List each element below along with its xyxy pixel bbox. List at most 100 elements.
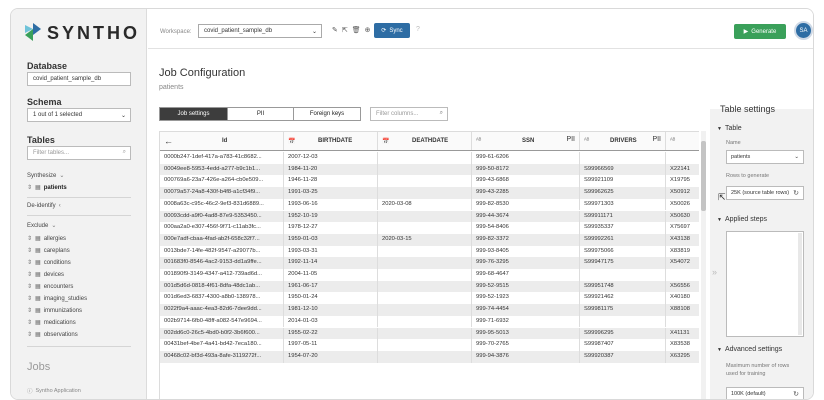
column-header-drivers[interactable]: ᴬᴮ DRIVERS PII xyxy=(580,132,666,150)
table-row[interactable]: 00049ee8-5953-4edd-a277-b9c1b1... 1984-11… xyxy=(160,163,699,176)
drag-handle-icon[interactable]: ⇕ xyxy=(27,295,32,302)
drag-handle-icon[interactable]: ⇕ xyxy=(27,184,32,191)
reset-icon[interactable]: ↻ xyxy=(793,189,799,197)
table-row[interactable]: 001d5d6d-0818-4f61-8dfa-48dc1ab... 1961-0… xyxy=(160,280,699,293)
column-header-id[interactable]: ← Id xyxy=(160,132,284,150)
table-row[interactable]: 0000b247-1def-417a-a783-41c8682... 2007-1… xyxy=(160,152,699,164)
arrow-left-icon[interactable]: ← xyxy=(164,136,173,146)
sidebar-item-encounters[interactable]: ⇕ ▦ encounters xyxy=(27,283,73,291)
drag-handle-icon[interactable]: ⇕ xyxy=(27,319,32,326)
generate-button[interactable]: ▶ Generate xyxy=(734,24,786,39)
table-row[interactable]: 00431bef-4be7-4a41-bd42-7eca180... 1997-0… xyxy=(160,339,699,351)
column-header-ssn[interactable]: ᴬᴮ SSN PII xyxy=(472,132,580,150)
column-header-more[interactable]: ᴬᴮ xyxy=(666,132,699,150)
applied-steps-toggle[interactable]: ▼ Applied steps xyxy=(717,216,767,223)
cell-deathdate xyxy=(378,210,472,223)
drag-handle-icon[interactable]: ⇕ xyxy=(27,283,32,290)
column-header-birthdate[interactable]: 📅 BIRTHDATE xyxy=(284,132,378,150)
drag-handle-icon[interactable]: ⇕ xyxy=(27,259,32,266)
export-icon[interactable]: ⇱ xyxy=(342,26,348,34)
workspace-select[interactable]: covid_patient_sample_db ⌄ xyxy=(198,24,322,38)
drag-handle-icon[interactable]: ⇕ xyxy=(27,271,32,278)
sidebar-item-label: allergies xyxy=(43,235,67,242)
sidebar-item-allergies[interactable]: ⇕ ▦ allergies xyxy=(27,235,67,243)
help-icon[interactable]: ? xyxy=(416,26,420,33)
exclude-label: Exclude xyxy=(27,222,49,229)
jobs-heading[interactable]: Jobs xyxy=(27,361,50,373)
cell-drivers: S99935337 xyxy=(580,222,666,234)
sidebar-item-medications[interactable]: ⇕ ▦ medications xyxy=(27,319,76,327)
cell-id: 000769a6-23a7-426e-a264-cb0e509... xyxy=(160,175,284,188)
drag-handle-icon[interactable]: ⇕ xyxy=(27,235,32,242)
sidebar-item-careplans[interactable]: ⇕ ▦ careplans xyxy=(27,247,70,255)
brand-logo[interactable]: SYNTHO xyxy=(25,21,140,45)
edit-icon[interactable]: ✎ xyxy=(332,26,338,34)
tables-filter-input[interactable]: Filter tables... ⌕ xyxy=(27,146,131,160)
add-icon[interactable]: ⊕ xyxy=(365,26,371,34)
sidebar-item-label: devices xyxy=(43,271,65,278)
table-row[interactable]: 0013bde7-14fe-482f-9547-a29077b... 1993-0… xyxy=(160,245,699,258)
deidentify-group-toggle[interactable]: De-identify ‹ xyxy=(27,203,61,209)
table-row[interactable]: 001d6ed3-6837-4300-a8b0-138978... 1950-01… xyxy=(160,292,699,305)
cell-passport: X83538 xyxy=(666,339,699,351)
schema-select[interactable]: 1 out of 1 selected ⌄ xyxy=(27,108,131,122)
cell-birthdate: 1993-03-31 xyxy=(284,245,378,258)
table-row[interactable]: 002b9714-6fb0-48ff-a082-547e9694... 2014-… xyxy=(160,315,699,328)
sync-button[interactable]: ⟳ Sync xyxy=(374,23,410,38)
table-row[interactable]: 000e7adf-cbaa-4fad-ab2f-658c32f7... 1959-… xyxy=(160,233,699,246)
table-row[interactable]: 00093cdd-a9f0-4ad8-87e9-5353450... 1952-1… xyxy=(160,210,699,223)
table-row[interactable]: 0008a63c-c95c-46c2-9ef3-831d6889... 1993-… xyxy=(160,198,699,211)
workspace-value: covid_patient_sample_db xyxy=(204,28,273,34)
table-row[interactable]: 001890f9-3149-4347-a412-739ad6d... 2004-1… xyxy=(160,269,699,281)
database-field: covid_patient_sample_db xyxy=(27,72,131,86)
sidebar-item-devices[interactable]: ⇕ ▦ devices xyxy=(27,271,65,279)
sync-label: Sync xyxy=(389,27,403,34)
exclude-group-toggle[interactable]: Exclude ⌄ xyxy=(27,222,56,230)
cell-id: 000e7adf-cbaa-4fad-ab2f-658c32f7... xyxy=(160,233,284,246)
table-icon: ▦ xyxy=(35,248,41,254)
cell-ssn: 999-71-6932 xyxy=(472,315,580,328)
column-name: BIRTHDATE xyxy=(318,138,353,144)
sidebar-item-immunizations[interactable]: ⇕ ▦ immunizations xyxy=(27,307,82,315)
cell-id: 000aa2a0-e307-456f-9f71-c11ab3fc... xyxy=(160,222,284,234)
cell-passport: X40180 xyxy=(666,292,699,304)
synthesize-group-toggle[interactable]: Synthesize ⌄ xyxy=(27,172,64,180)
text-type-icon: ᴬᴮ xyxy=(476,138,482,144)
column-header-deathdate[interactable]: 📅 DEATHDATE xyxy=(378,132,472,150)
cell-ssn: 999-68-4647 xyxy=(472,269,580,281)
drag-handle-icon[interactable]: ⇕ xyxy=(27,307,32,314)
applied-steps-list[interactable] xyxy=(726,231,804,337)
sidebar-item-imaging-studies[interactable]: ⇕ ▦ imaging_studies xyxy=(27,295,87,303)
drag-handle-icon[interactable]: ⇕ xyxy=(27,247,32,254)
advanced-settings-toggle[interactable]: ▼ Advanced settings xyxy=(717,346,782,353)
table-section-toggle[interactable]: ▼ Table xyxy=(717,125,742,132)
drag-handle-icon[interactable]: ⇕ xyxy=(27,331,32,338)
sidebar-item-observations[interactable]: ⇕ ▦ observations xyxy=(27,331,78,339)
table-row[interactable]: 0022f9a4-aaac-4ea3-82d6-7dee9dd... 1981-1… xyxy=(160,304,699,316)
sidebar-item-patients[interactable]: ⇕ ▦ patients xyxy=(27,184,67,192)
tab-job-settings[interactable]: Job settings xyxy=(160,108,228,120)
table-row[interactable]: 00079a57-24a8-430f-b4f8-a1cf34f9... 1991-… xyxy=(160,187,699,199)
cell-id: 001890f9-3149-4347-a412-739ad6d... xyxy=(160,269,284,281)
scrollbar-thumb[interactable] xyxy=(701,141,706,211)
max-rows-input[interactable]: 100K (default) ↻ xyxy=(726,387,804,399)
scrollbar[interactable] xyxy=(798,233,802,335)
tab-foreign-keys[interactable]: Foreign keys xyxy=(294,108,360,120)
table-scrollbar[interactable] xyxy=(701,131,706,399)
avatar[interactable]: SA xyxy=(794,21,813,40)
reset-icon[interactable]: ↻ xyxy=(793,390,799,398)
double-chevron-right-icon[interactable]: » xyxy=(712,267,717,277)
table-row[interactable]: 001683f0-8546-4ac2-9153-dd1a9ffe... 1992-… xyxy=(160,257,699,269)
filter-columns-input[interactable]: Filter columns... ⌕ xyxy=(370,107,448,121)
sidebar-item-conditions[interactable]: ⇕ ▦ conditions xyxy=(27,259,71,267)
tab-pii[interactable]: PII xyxy=(228,108,294,120)
cell-id: 001683f0-8546-4ac2-9153-dd1a9ffe... xyxy=(160,257,284,269)
table-row[interactable]: 000aa2a0-e307-456f-9f71-c11ab3fc... 1978-… xyxy=(160,222,699,234)
rows-to-generate-input[interactable]: 25K (source table rows) ↻ xyxy=(726,186,804,200)
table-row[interactable]: 00468c02-bf3d-493a-8afe-3119272f... 1954-… xyxy=(160,350,699,363)
table-row[interactable]: 002dd6c0-26c5-4bd0-b0f2-3b6f600... 1955-0… xyxy=(160,327,699,340)
delete-icon[interactable]: 🗑 xyxy=(352,26,361,34)
table-row[interactable]: 000769a6-23a7-426e-a264-cb0e509... 1946-1… xyxy=(160,175,699,188)
cell-passport: X54072 xyxy=(666,257,699,269)
table-name-select[interactable]: patients ⌄ xyxy=(726,150,804,164)
